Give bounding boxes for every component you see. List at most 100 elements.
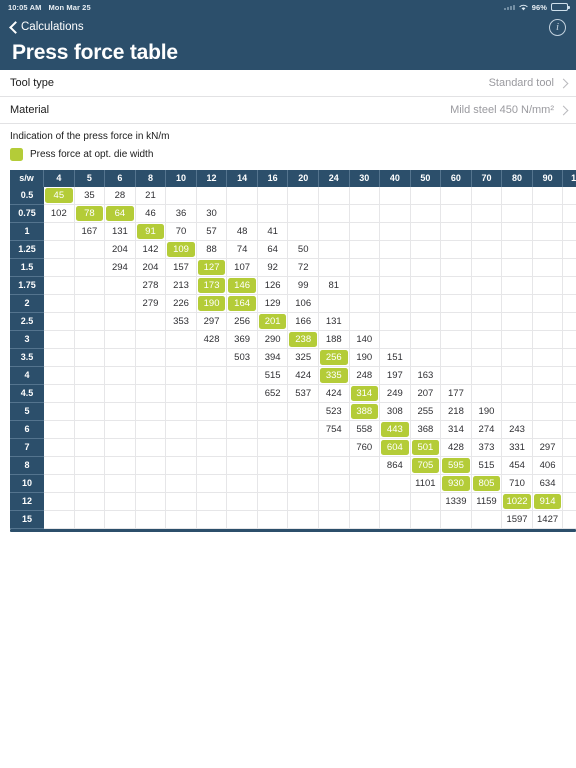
table-cell: 30 xyxy=(196,205,228,223)
press-force-table-container[interactable]: s/w456810121416202430405060708090100 0.5… xyxy=(10,170,576,529)
table-cell xyxy=(105,313,136,331)
table-cell: 805 xyxy=(471,475,503,493)
table-cell xyxy=(318,259,350,277)
table-row: 7 760 604 501 428 373 331 297 xyxy=(10,439,576,457)
table-cell xyxy=(410,205,442,223)
info-glyph: i xyxy=(555,21,560,33)
table-cell xyxy=(471,511,503,529)
table-cell xyxy=(380,241,411,259)
table-cell xyxy=(502,277,533,295)
row-header-1.5: 1.5 xyxy=(10,259,45,277)
table-cell xyxy=(471,313,503,331)
table-cell xyxy=(135,475,167,493)
table-cell xyxy=(441,205,472,223)
back-button[interactable]: Calculations xyxy=(10,21,84,33)
table-cell xyxy=(380,295,411,313)
table-cell xyxy=(44,277,75,295)
table-cell xyxy=(532,349,564,367)
table-cell xyxy=(44,241,75,259)
table-cell xyxy=(318,241,350,259)
table-cell xyxy=(410,223,442,241)
table-cell: 35 xyxy=(74,187,106,205)
table-cell xyxy=(471,277,503,295)
highlighted-value: 173 xyxy=(197,277,226,293)
tool-type-row[interactable]: Tool type Standard tool xyxy=(0,70,576,97)
row-header-12: 12 xyxy=(10,493,45,511)
table-cell xyxy=(441,313,472,331)
table-cell xyxy=(227,385,258,403)
material-row[interactable]: Material Mild steel 450 N/mm² xyxy=(0,97,576,124)
table-cell xyxy=(563,205,576,223)
highlighted-value: 930 xyxy=(442,475,470,491)
table-cell xyxy=(318,493,350,511)
table-cell xyxy=(227,187,258,205)
table-cell xyxy=(196,367,228,385)
table-cell xyxy=(563,385,576,403)
table-cell xyxy=(74,367,106,385)
table-cell xyxy=(532,313,564,331)
table-cell: 325 xyxy=(288,349,319,367)
table-cell xyxy=(502,223,533,241)
table-cell xyxy=(502,241,533,259)
legend-swatch-icon xyxy=(10,148,23,161)
table-cell: 503 xyxy=(227,349,258,367)
highlighted-value: 146 xyxy=(228,277,256,293)
table-cell: 705 xyxy=(410,457,442,475)
table-cell xyxy=(227,367,258,385)
highlighted-value: 164 xyxy=(228,295,256,311)
table-cell xyxy=(410,241,442,259)
table-cell xyxy=(288,493,319,511)
table-cell xyxy=(135,403,167,421)
table-cell xyxy=(410,187,442,205)
table-cell: 226 xyxy=(166,295,197,313)
table-cell xyxy=(196,493,228,511)
table-cell xyxy=(74,475,106,493)
table-cell: 297 xyxy=(196,313,228,331)
table-cell xyxy=(74,511,106,529)
table-cell xyxy=(410,331,442,349)
table-cell xyxy=(166,367,197,385)
table-row: 2 279 226 190 164 129 106 xyxy=(10,295,576,313)
table-cell xyxy=(257,511,289,529)
table-cell: 558 xyxy=(349,421,381,439)
table-cell xyxy=(563,223,576,241)
table-cell xyxy=(257,493,289,511)
table-cell xyxy=(471,259,503,277)
table-cell: 50 xyxy=(288,241,319,259)
table-cell xyxy=(44,331,75,349)
row-header-3: 3 xyxy=(10,331,45,349)
column-header-5: 5 xyxy=(74,170,106,187)
highlighted-value: 91 xyxy=(136,223,165,239)
table-cell xyxy=(74,277,106,295)
back-button-label: Calculations xyxy=(21,21,84,33)
table-cell xyxy=(74,331,106,349)
table-cell xyxy=(318,205,350,223)
column-header-40: 40 xyxy=(380,170,411,187)
table-cell xyxy=(349,295,381,313)
table-cell xyxy=(410,349,442,367)
highlighted-value: 314 xyxy=(350,385,379,401)
row-header-1.75: 1.75 xyxy=(10,277,45,295)
table-cell xyxy=(105,403,136,421)
row-header-4: 4 xyxy=(10,367,45,385)
table-cell: 213 xyxy=(166,277,197,295)
table-cell: 102 xyxy=(44,205,75,223)
table-cell xyxy=(380,511,411,529)
table-cell: 46 xyxy=(135,205,167,223)
table-cell xyxy=(532,259,564,277)
table-cell: 129 xyxy=(257,295,289,313)
table-cell xyxy=(318,475,350,493)
table-cell: 88 xyxy=(196,241,228,259)
table-cell xyxy=(380,205,411,223)
table-cell xyxy=(196,349,228,367)
table-cell xyxy=(502,313,533,331)
table-header-row: s/w456810121416202430405060708090100 xyxy=(10,170,576,187)
table-cell xyxy=(349,259,381,277)
legend: Indication of the press force in kN/m Pr… xyxy=(0,124,576,167)
table-cell xyxy=(105,295,136,313)
table-cell xyxy=(471,295,503,313)
table-cell xyxy=(44,511,75,529)
table-cell xyxy=(563,511,576,529)
info-circle-icon[interactable]: i xyxy=(549,18,566,36)
chevron-right-icon xyxy=(560,105,566,115)
